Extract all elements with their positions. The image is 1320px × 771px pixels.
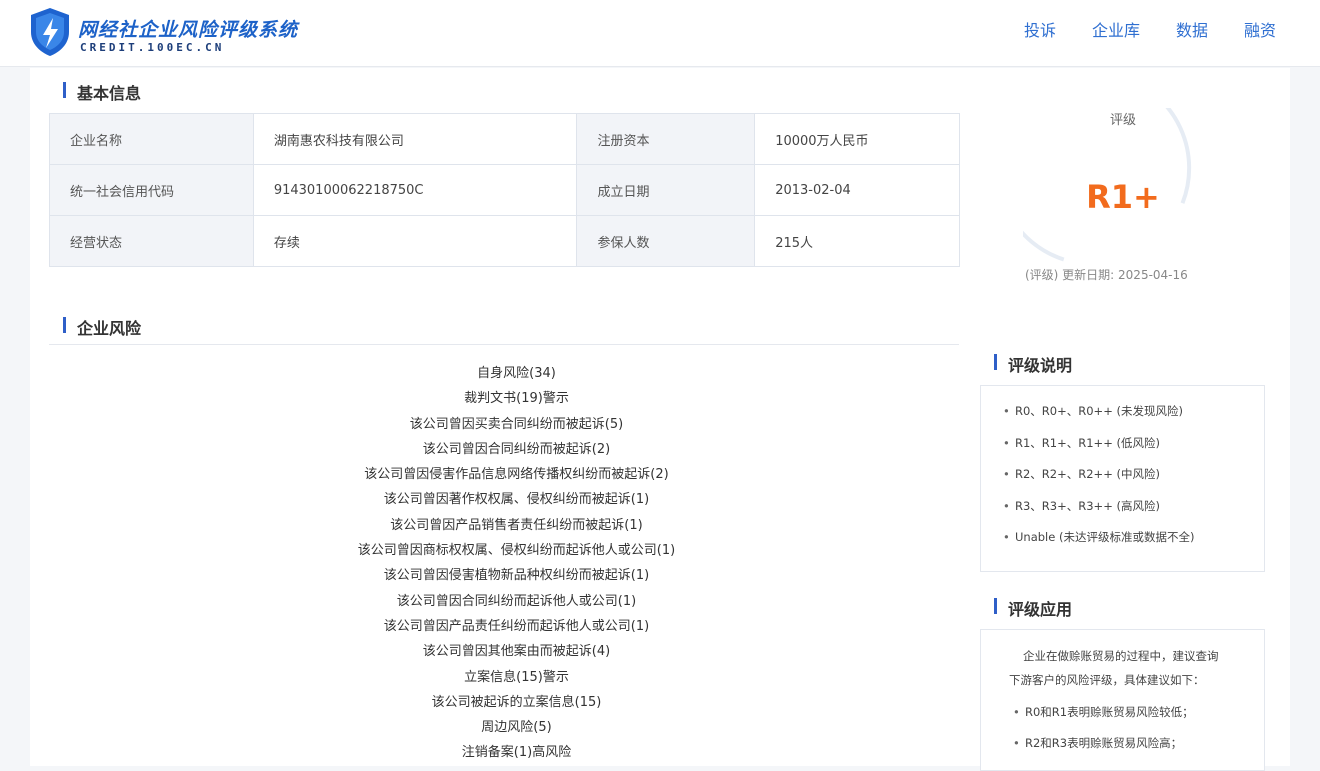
list-item: R0、R0+、R0++ (未发现风险) bbox=[1001, 400, 1194, 432]
nav-company-library[interactable]: 企业库 bbox=[1092, 17, 1140, 41]
table-row: 经营状态 存续 参保人数 215人 bbox=[49, 215, 960, 267]
list-item[interactable]: 该公司曾因其他案由而被起诉(4) bbox=[49, 639, 984, 664]
rating-label: 评级 bbox=[1109, 113, 1136, 128]
table-row: 企业名称 湖南惠农科技有限公司 注册资本 10000万人民币 bbox=[49, 113, 960, 165]
list-item: R2和R3表明赊账贸易风险高； bbox=[1011, 732, 1194, 763]
rating-application-text: 企业在做赊账贸易的过程中，建议查询 下游客户的风险评级，具体建议如下： bbox=[1009, 644, 1259, 692]
business-status-value: 存续 bbox=[252, 215, 578, 267]
rating-application-box: 企业在做赊账贸易的过程中，建议查询 下游客户的风险评级，具体建议如下： R0和R… bbox=[980, 629, 1265, 771]
list-item[interactable]: 该公司被起诉的立案信息(15) bbox=[49, 690, 984, 715]
nav-data[interactable]: 数据 bbox=[1176, 17, 1208, 41]
company-name-label: 企业名称 bbox=[49, 113, 254, 165]
rating-note-box: R0、R0+、R0++ (未发现风险) R1、R1+、R1++ (低风险) R2… bbox=[980, 385, 1265, 572]
established-date-value: 2013-02-04 bbox=[754, 164, 960, 216]
rating-application-title: 评级应用 bbox=[994, 596, 1072, 620]
insured-count-label: 参保人数 bbox=[576, 215, 756, 267]
list-item[interactable]: 注销备案(1)高风险 bbox=[49, 740, 984, 765]
rating-gauge: 评级 R1+ bbox=[1023, 108, 1223, 288]
list-item[interactable]: 该公司曾因产品责任纠纷而起诉他人或公司(1) bbox=[49, 614, 984, 639]
top-header: 网经社企业风险评级系统 CREDIT.100EC.CN 投诉 企业库 数据 融资 bbox=[0, 0, 1320, 67]
list-item[interactable]: 自身风险(34) bbox=[49, 361, 984, 386]
logo-subtitle: CREDIT.100EC.CN bbox=[80, 41, 225, 54]
divider bbox=[49, 344, 959, 345]
nav-complaints[interactable]: 投诉 bbox=[1024, 17, 1056, 41]
credit-code-label: 统一社会信用代码 bbox=[49, 164, 254, 216]
credit-code-value: 91430100062218750C bbox=[252, 164, 578, 216]
rating-note-list: R0、R0+、R0++ (未发现风险) R1、R1+、R1++ (低风险) R2… bbox=[1001, 400, 1194, 558]
list-item[interactable]: 该公司曾因侵害作品信息网络传播权纠纷而被起诉(2) bbox=[49, 462, 984, 487]
list-item[interactable]: 该公司曾因买卖合同纠纷而被起诉(5) bbox=[49, 412, 984, 437]
basic-info-table: 企业名称 湖南惠农科技有限公司 注册资本 10000万人民币 统一社会信用代码 … bbox=[49, 113, 960, 267]
business-status-label: 经营状态 bbox=[49, 215, 254, 267]
list-item[interactable]: 周边风险(5) bbox=[49, 715, 984, 740]
intro-line: 下游客户的风险评级，具体建议如下： bbox=[1009, 673, 1205, 687]
rating-note-title: 评级说明 bbox=[994, 352, 1072, 376]
site-logo[interactable]: 网经社企业风险评级系统 CREDIT.100EC.CN bbox=[28, 6, 297, 60]
top-nav: 投诉 企业库 数据 融资 bbox=[1024, 17, 1276, 41]
list-item[interactable]: 该公司曾因侵害植物新品种权纠纷而被起诉(1) bbox=[49, 563, 984, 588]
list-item[interactable]: 该公司曾因商标权权属、侵权纠纷而起诉他人或公司(1) bbox=[49, 538, 984, 563]
list-item[interactable]: 立案信息(15)警示 bbox=[49, 665, 984, 690]
list-item: R3、R3+、R3++ (高风险) bbox=[1001, 495, 1194, 527]
basic-info-title: 基本信息 bbox=[63, 80, 141, 104]
nav-financing[interactable]: 融资 bbox=[1244, 17, 1276, 41]
rating-update-date: (评级) 更新日期: 2025-04-16 bbox=[1025, 268, 1188, 282]
list-item[interactable]: 该公司曾因合同纠纷而起诉他人或公司(1) bbox=[49, 589, 984, 614]
table-row: 统一社会信用代码 91430100062218750C 成立日期 2013-02… bbox=[49, 164, 960, 216]
company-name-value: 湖南惠农科技有限公司 bbox=[252, 113, 578, 165]
risk-list: 自身风险(34) 裁判文书(19)警示 该公司曾因买卖合同纠纷而被起诉(5) 该… bbox=[49, 361, 984, 766]
rating-value: R1+ bbox=[1086, 178, 1160, 216]
registered-capital-value: 10000万人民币 bbox=[754, 113, 960, 165]
list-item[interactable]: 裁判文书(19)警示 bbox=[49, 386, 984, 411]
list-item: R1、R1+、R1++ (低风险) bbox=[1001, 432, 1194, 464]
insured-count-value: 215人 bbox=[754, 215, 960, 267]
rating-application-list: R0和R1表明赊账贸易风险较低； R2和R3表明赊账贸易风险高； bbox=[1011, 701, 1194, 763]
established-date-label: 成立日期 bbox=[576, 164, 756, 216]
main-panel: 基本信息 企业名称 湖南惠农科技有限公司 注册资本 10000万人民币 统一社会… bbox=[30, 68, 1290, 771]
list-item[interactable]: 该公司曾因合同纠纷而被起诉(2) bbox=[49, 437, 984, 462]
list-item: R0和R1表明赊账贸易风险较低； bbox=[1011, 701, 1194, 732]
list-item: R2、R2+、R2++ (中风险) bbox=[1001, 463, 1194, 495]
logo-title: 网经社企业风险评级系统 bbox=[78, 19, 299, 41]
intro-line: 企业在做赊账贸易的过程中，建议查询 bbox=[1023, 649, 1219, 663]
list-item[interactable]: 该公司曾因产品销售者责任纠纷而被起诉(1) bbox=[49, 513, 984, 538]
enterprise-risk-title: 企业风险 bbox=[63, 315, 141, 339]
list-item[interactable]: 该公司曾因著作权权属、侵权纠纷而被起诉(1) bbox=[49, 487, 984, 512]
registered-capital-label: 注册资本 bbox=[576, 113, 756, 165]
list-item: Unable (未达评级标准或数据不全) bbox=[1001, 526, 1194, 558]
shield-lightning-icon bbox=[31, 8, 69, 56]
